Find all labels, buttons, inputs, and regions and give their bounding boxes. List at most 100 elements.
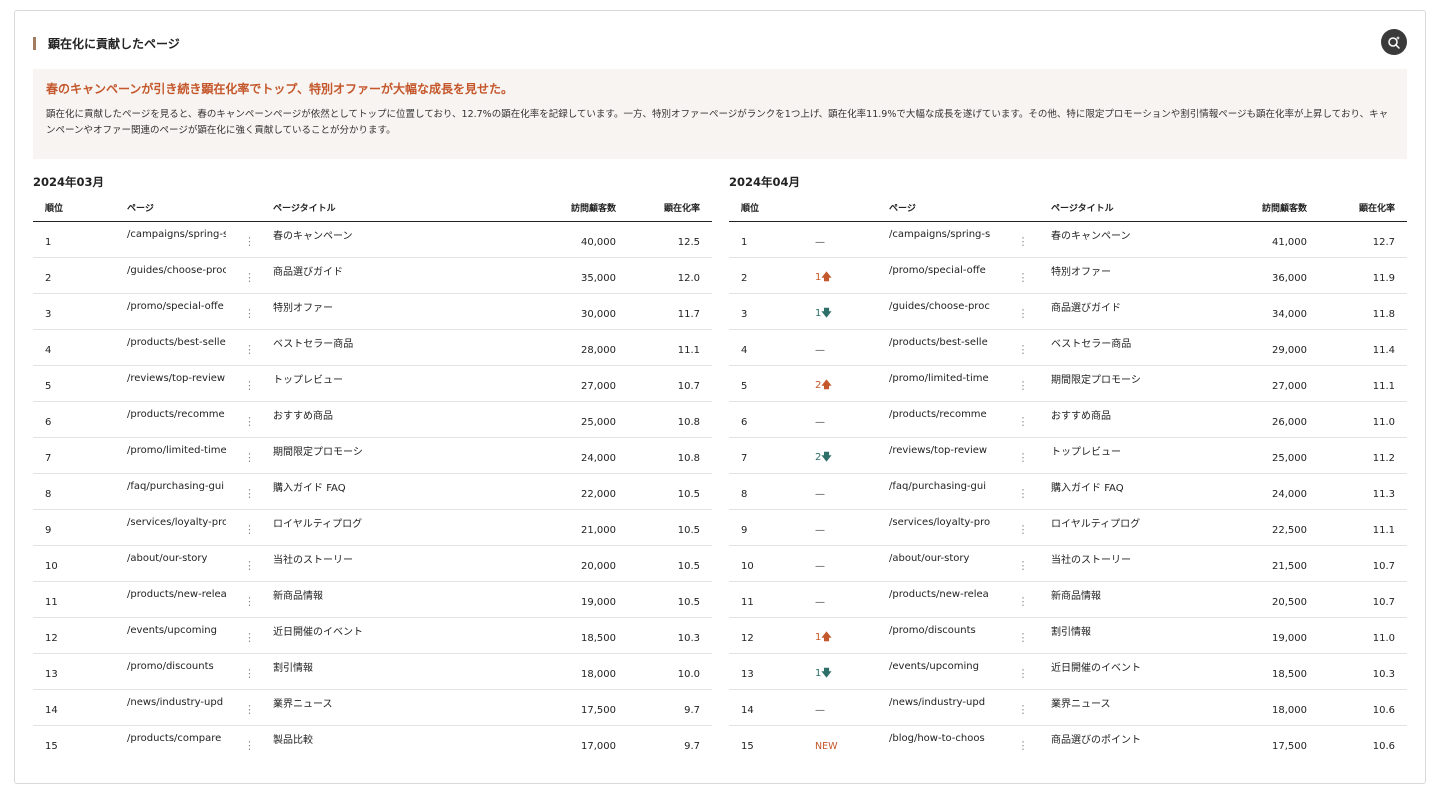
page-title-cell: 製品比較 xyxy=(261,725,496,761)
page-path[interactable]: /products/new-relea xyxy=(127,589,226,600)
page-title-cell: トップレビュー xyxy=(261,365,496,401)
row-menu-button[interactable]: ⋮ xyxy=(238,257,261,293)
page-title: 新商品情報 xyxy=(1051,590,1102,602)
page-title-cell: 期間限定プロモーシ xyxy=(1039,365,1207,401)
page-path[interactable]: /products/compare xyxy=(127,733,226,744)
table-row: 6 — /products/recomme ⋮ おすすめ商品 26,000 11.0 xyxy=(729,401,1408,437)
page-path[interactable]: /guides/choose-proc xyxy=(127,265,226,276)
page-path[interactable]: /products/recomme xyxy=(127,409,226,420)
row-menu-button[interactable]: ⋮ xyxy=(238,653,261,689)
page-path[interactable]: /reviews/top-review xyxy=(889,445,995,456)
page-path[interactable]: /about/our-story xyxy=(127,553,226,564)
page-path[interactable]: /promo/special-offe xyxy=(127,301,226,312)
summary-body: 顕在化に貢献したページを見ると、春のキャンペーンページが依然としてトップに位置し… xyxy=(46,109,1389,136)
row-menu-button[interactable]: ⋮ xyxy=(238,221,261,257)
row-menu-button[interactable]: ⋮ xyxy=(1007,509,1039,545)
row-menu-button[interactable]: ⋮ xyxy=(1007,581,1039,617)
row-menu-button[interactable]: ⋮ xyxy=(238,581,261,617)
visitors-cell: 35,000 xyxy=(581,272,617,284)
row-menu-button[interactable]: ⋮ xyxy=(1007,545,1039,581)
vertical-ellipsis-icon: ⋮ xyxy=(244,522,255,536)
visitors-cell: 34,000 xyxy=(1272,308,1308,320)
page-title: 期間限定プロモーシ xyxy=(273,446,363,458)
page-path[interactable]: /campaigns/spring-s xyxy=(889,229,995,240)
page-path[interactable]: /faq/purchasing-gui xyxy=(889,481,995,492)
page-title: 春のキャンペーン xyxy=(273,230,353,242)
page-path[interactable]: /news/industry-upd xyxy=(127,697,226,708)
page-path[interactable]: /promo/discounts xyxy=(889,625,995,636)
page-path[interactable]: /promo/discounts xyxy=(127,661,226,672)
row-menu-button[interactable]: ⋮ xyxy=(1007,293,1039,329)
page-path[interactable]: /services/loyalty-pro xyxy=(889,517,995,528)
page-path[interactable]: /services/loyalty-pro xyxy=(127,517,226,528)
page-path-cell: /services/loyalty-pro xyxy=(115,509,238,545)
row-menu-button[interactable]: ⋮ xyxy=(1007,617,1039,653)
rank-change-value: — xyxy=(815,416,825,428)
row-menu-button[interactable]: ⋮ xyxy=(1007,473,1039,509)
page-title-cell: 商品選びのポイント xyxy=(1039,725,1207,761)
row-menu-button[interactable]: ⋮ xyxy=(238,545,261,581)
row-menu-button[interactable]: ⋮ xyxy=(238,293,261,329)
table-row: 12/events/upcoming ⋮ 近日開催のイベント 18,500 10.3 xyxy=(33,617,713,653)
rank-change-cell: — xyxy=(803,509,877,545)
page-path[interactable]: /promo/limited-time xyxy=(127,445,226,456)
row-menu-button[interactable]: ⋮ xyxy=(238,473,261,509)
row-menu-button[interactable]: ⋮ xyxy=(238,437,261,473)
page-title-cell: 特別オファー xyxy=(261,293,496,329)
page-path[interactable]: /products/best-selle xyxy=(889,337,995,348)
page-path[interactable]: /blog/how-to-choos xyxy=(889,733,995,744)
page-path[interactable]: /faq/purchasing-gui xyxy=(127,481,226,492)
row-menu-button[interactable]: ⋮ xyxy=(238,725,261,761)
arrow-up-icon: 🡅 xyxy=(821,379,832,391)
row-menu-button[interactable]: ⋮ xyxy=(1007,653,1039,689)
row-menu-button[interactable]: ⋮ xyxy=(1007,401,1039,437)
vertical-ellipsis-icon: ⋮ xyxy=(1017,666,1029,680)
row-menu-button[interactable]: ⋮ xyxy=(1007,725,1039,761)
row-menu-button[interactable]: ⋮ xyxy=(238,365,261,401)
ai-insight-button[interactable] xyxy=(1381,29,1407,55)
page-path[interactable]: /news/industry-upd xyxy=(889,697,995,708)
page-path[interactable]: /about/our-story xyxy=(889,553,995,564)
row-menu-button[interactable]: ⋮ xyxy=(238,401,261,437)
page-path[interactable]: /promo/limited-time xyxy=(889,373,995,384)
page-path[interactable]: /campaigns/spring-s xyxy=(127,229,226,240)
page-title: ベストセラー商品 xyxy=(1051,338,1132,350)
row-menu-button[interactable]: ⋮ xyxy=(238,617,261,653)
row-menu-button[interactable]: ⋮ xyxy=(1007,257,1039,293)
rate-cell: 11.1 xyxy=(1372,380,1396,392)
page-title: 特別オファー xyxy=(1051,266,1112,278)
row-menu-button[interactable]: ⋮ xyxy=(238,689,261,725)
table-row: 3/promo/special-offe ⋮ 特別オファー 30,000 11.7 xyxy=(33,293,713,329)
visitors-cell: 27,000 xyxy=(1272,380,1308,392)
vertical-ellipsis-icon: ⋮ xyxy=(244,738,255,752)
vertical-ellipsis-icon: ⋮ xyxy=(244,486,255,500)
page-path[interactable]: /guides/choose-proc xyxy=(889,301,995,312)
page-path[interactable]: /promo/special-offe xyxy=(889,265,995,276)
row-menu-button[interactable]: ⋮ xyxy=(238,509,261,545)
page-path[interactable]: /products/best-selle xyxy=(127,337,226,348)
summary-headline: 春のキャンペーンが引き続き顕在化率でトップ、特別オファーが大幅な成長を見せた。 xyxy=(46,82,514,96)
page-path[interactable]: /products/recomme xyxy=(889,409,995,420)
visitors-cell: 20,500 xyxy=(1272,596,1308,608)
row-menu-button[interactable]: ⋮ xyxy=(1007,365,1039,401)
row-menu-button[interactable]: ⋮ xyxy=(238,329,261,365)
row-menu-button[interactable]: ⋮ xyxy=(1007,689,1039,725)
page-path[interactable]: /events/upcoming xyxy=(127,625,226,636)
row-menu-button[interactable]: ⋮ xyxy=(1007,221,1039,257)
page-path[interactable]: /products/new-relea xyxy=(889,589,995,600)
vertical-ellipsis-icon: ⋮ xyxy=(244,702,255,716)
rank-cell: 8 xyxy=(45,488,52,500)
rank-change-cell: — xyxy=(803,581,877,617)
rank-change-cell: 2🡇 xyxy=(803,437,877,473)
page-path[interactable]: /events/upcoming xyxy=(889,661,995,672)
row-menu-button[interactable]: ⋮ xyxy=(1007,329,1039,365)
page-path-cell: /faq/purchasing-gui xyxy=(115,473,238,509)
page-title: ロイヤルティプログ xyxy=(273,518,363,530)
row-menu-button[interactable]: ⋮ xyxy=(1007,437,1039,473)
page-path-cell: /reviews/top-review xyxy=(877,437,1007,473)
page-path[interactable]: /reviews/top-review xyxy=(127,373,226,384)
rate-cell: 11.1 xyxy=(1372,524,1396,536)
visitors-cell: 19,000 xyxy=(581,596,617,608)
rank-cell: 5 xyxy=(45,380,52,392)
visitors-cell: 36,000 xyxy=(1272,272,1308,284)
